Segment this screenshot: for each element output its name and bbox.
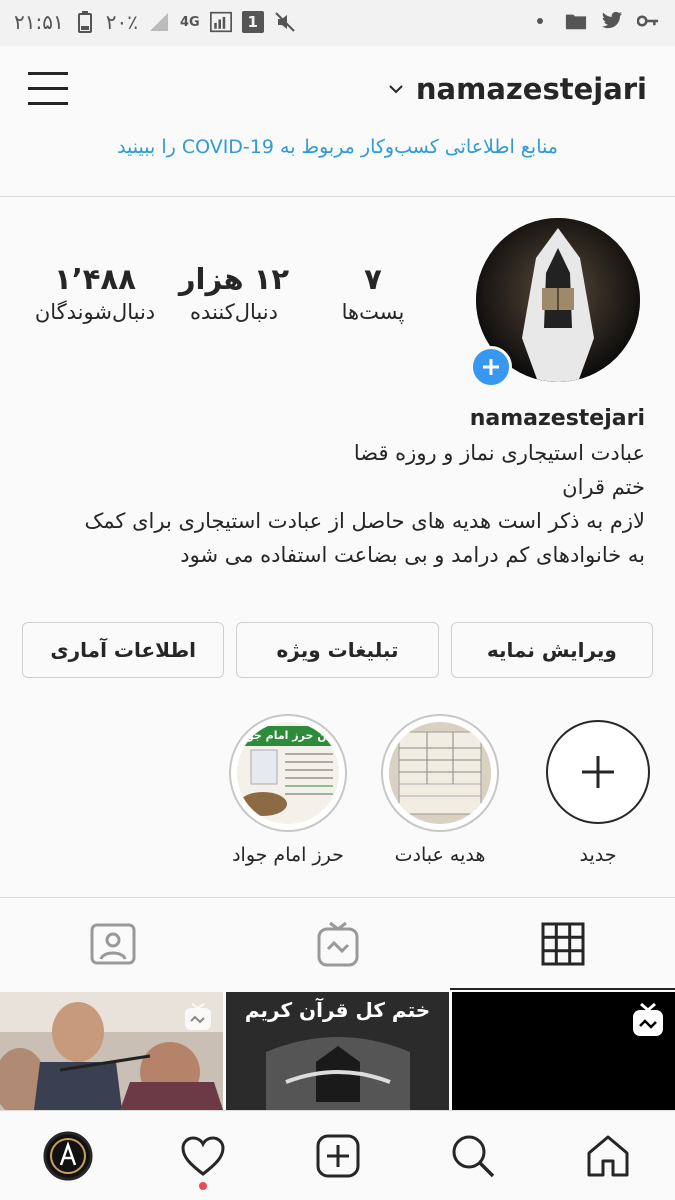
bio-line: لازم به ذکر است هدیه های حاصل از عبادت ا…: [84, 509, 646, 533]
nav-search[interactable]: [405, 1111, 540, 1200]
profile-header: namazestejari: [0, 46, 675, 136]
bottom-navigation: [0, 1110, 675, 1200]
sim-badge: 1: [241, 11, 264, 33]
grid-icon: [541, 922, 584, 966]
followers-count[interactable]: ۱۲ هزار دنبال‌کننده: [174, 262, 294, 324]
profile-avatar-icon: [43, 1131, 92, 1180]
highlight-item[interactable]: هدیه عبادت: [380, 714, 500, 866]
clock: ۲۱:۵۱: [14, 10, 64, 34]
insights-button[interactable]: اطلاعات آماری: [22, 622, 225, 678]
battery-percent: ۲۰٪: [105, 10, 138, 34]
followers-label: دنبال‌کننده: [190, 300, 278, 324]
post-caption: ختم کل قرآن کریم: [244, 998, 431, 1022]
highlight-item[interactable]: متن حرز امام جواد حرز امام جواد: [228, 714, 348, 866]
plus-icon: [483, 359, 499, 375]
highlight-label: حرز امام جواد: [232, 844, 344, 866]
posts-label: پست‌ها: [341, 300, 405, 324]
tab-tagged[interactable]: [0, 898, 225, 990]
highlight-label: هدیه عبادت: [394, 844, 486, 866]
igtv-icon: [317, 921, 358, 967]
notification-dot: [198, 1182, 207, 1190]
nav-home[interactable]: [540, 1111, 675, 1200]
profile-tabs: [0, 898, 675, 990]
header-username: namazestejari: [415, 72, 647, 106]
highlight-new[interactable]: جدید: [538, 714, 658, 866]
search-icon: [452, 1135, 494, 1177]
new-post-icon: [316, 1134, 359, 1177]
account-switcher[interactable]: namazestejari: [388, 72, 647, 106]
nav-new-post[interactable]: [270, 1111, 405, 1200]
mute-icon: [274, 11, 296, 33]
promotions-button[interactable]: تبلیغات ویژه: [236, 622, 439, 678]
edit-profile-button[interactable]: ویرایش نمایه: [450, 622, 653, 678]
highlight-thumbnail: [389, 722, 491, 824]
followers-number: ۱۲ هزار: [178, 262, 290, 296]
twitter-icon: [601, 10, 623, 32]
data-signal-icon: [209, 11, 232, 33]
profile-actions: ویرایش نمایه تبلیغات ویژه اطلاعات آماری: [22, 622, 653, 678]
posts-grid: ختم کل قرآن کریم: [0, 992, 675, 1110]
add-story-button[interactable]: [470, 346, 512, 388]
folder-icon: [565, 10, 587, 32]
post-thumbnail[interactable]: [452, 992, 675, 1110]
status-bar: ۲۱:۵۱ ۲۰٪ 4G 1: [0, 0, 675, 46]
profile-bio: namazestejari عبادت استیجاری نماز و روزه…: [15, 402, 646, 572]
post-thumbnail[interactable]: ختم کل قرآن کریم: [226, 992, 449, 1110]
highlight-image-text: متن حرز امام جواد: [237, 726, 339, 746]
chevron-down-icon: [389, 85, 403, 94]
igtv-badge-icon: [183, 1002, 213, 1036]
post-thumbnail[interactable]: [0, 992, 223, 1110]
posts-number: ۷: [364, 262, 382, 296]
bio-line: ختم قران: [562, 475, 645, 499]
header-divider: [0, 196, 675, 197]
igtv-badge-icon: [631, 1002, 665, 1042]
heart-icon: [180, 1135, 225, 1176]
highlight-label: جدید: [579, 844, 617, 866]
nav-profile[interactable]: [0, 1111, 135, 1200]
home-icon: [587, 1135, 628, 1176]
nav-activity[interactable]: [135, 1111, 270, 1200]
tab-igtv[interactable]: [225, 898, 450, 990]
plus-icon: [582, 756, 614, 788]
following-count[interactable]: ۱٬۴۸۸ دنبال‌شوندگان: [22, 262, 168, 324]
following-label: دنبال‌شوندگان: [34, 300, 156, 324]
dot-icon: [529, 10, 551, 32]
menu-button[interactable]: [28, 70, 68, 106]
bio-line: عبادت استیجاری نماز و روزه قضا: [353, 441, 645, 465]
highlight-thumbnail: متن حرز امام جواد: [237, 722, 339, 824]
signal-icon: [148, 11, 170, 33]
tagged-icon: [90, 923, 135, 965]
network-type: 4G: [179, 14, 200, 30]
bio-line: به خانوادهای کم درامد و بی بضاعت استفاده…: [180, 543, 645, 567]
tab-grid[interactable]: [450, 898, 675, 990]
profile-name: namazestejari: [469, 406, 645, 431]
posts-count[interactable]: ۷ پست‌ها: [330, 262, 416, 324]
covid-info-link[interactable]: منابع اطلاعاتی کسب‌وکار مربوط به COVID-1…: [0, 136, 675, 158]
key-icon: [637, 10, 659, 32]
battery-icon: [74, 11, 96, 33]
following-number: ۱٬۴۸۸: [54, 262, 136, 296]
